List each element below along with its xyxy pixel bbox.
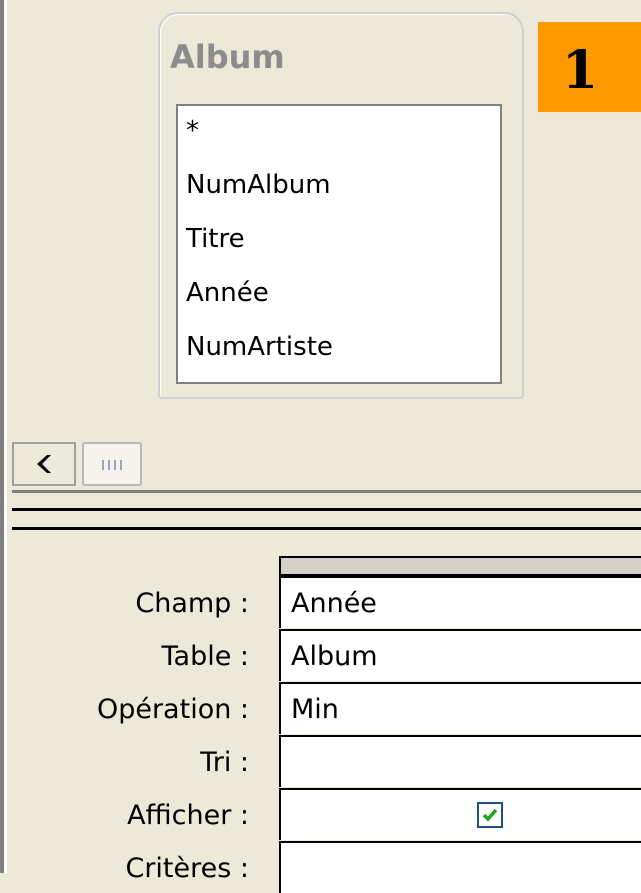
pane-divider (12, 490, 641, 493)
cell-champ[interactable]: Année (279, 576, 641, 628)
cell-value: Année (291, 588, 377, 619)
row-label-criteres: Critères : (125, 853, 249, 884)
step-number: 1 (562, 40, 599, 101)
field-item[interactable]: * (186, 116, 199, 146)
cell-afficher[interactable] (279, 788, 641, 840)
field-item[interactable]: NumArtiste (186, 332, 333, 362)
field-item[interactable]: Année (186, 278, 269, 308)
scroll-left-button[interactable] (12, 442, 76, 486)
grip-icon (102, 460, 122, 470)
field-item[interactable]: Titre (186, 224, 245, 254)
cell-table[interactable]: Album (279, 629, 641, 681)
cell-operation[interactable]: Min (279, 682, 641, 734)
checkmark-icon (482, 808, 498, 822)
column-selector[interactable] (279, 556, 641, 576)
pane-splitter[interactable] (12, 508, 641, 530)
cell-value: Min (291, 694, 339, 725)
row-label-tri: Tri : (200, 747, 249, 778)
window-left-border (0, 0, 12, 873)
row-label-champ: Champ : (135, 588, 249, 619)
field-item[interactable]: NumAlbum (186, 170, 331, 200)
show-field-checkbox[interactable] (477, 802, 503, 828)
cell-tri[interactable] (279, 735, 641, 787)
cell-criteres[interactable] (279, 841, 641, 893)
chevron-left-icon (37, 455, 51, 473)
row-label-afficher: Afficher : (127, 800, 249, 831)
table-title[interactable]: Album (170, 38, 285, 76)
step-number-badge: 1 (538, 22, 641, 112)
row-label-operation: Opération : (96, 694, 249, 725)
row-label-table: Table : (161, 641, 250, 672)
field-list[interactable]: * NumAlbum Titre Année NumArtiste (176, 104, 502, 384)
horizontal-scroll-thumb[interactable] (82, 442, 142, 486)
cell-value: Album (291, 641, 378, 672)
